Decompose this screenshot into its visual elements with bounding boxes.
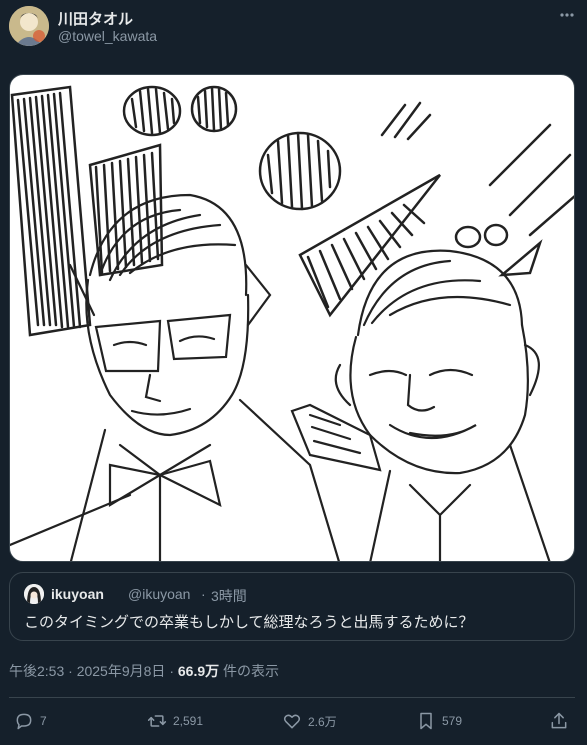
avatar-image <box>9 6 49 46</box>
like-button[interactable]: 2.6万 <box>282 709 337 733</box>
retweet-button[interactable]: 2,591 <box>147 709 203 733</box>
quote-separator: · <box>201 586 206 602</box>
share-icon <box>551 712 567 729</box>
author-avatar[interactable] <box>9 6 49 46</box>
retweet-count: 2,591 <box>173 714 204 728</box>
reply-count: 7 <box>40 714 47 728</box>
bookmark-icon <box>420 712 432 730</box>
quote-author-name[interactable]: ikuyoan <box>51 586 104 602</box>
bookmark-count: 579 <box>442 714 463 728</box>
retweet-icon <box>147 715 167 727</box>
view-count-label: 件の表示 <box>223 663 280 679</box>
tweet-date[interactable]: 2025年9月8日 <box>77 663 166 679</box>
quote-author-handle[interactable]: @ikuyoan <box>128 586 190 602</box>
tweet-meta: 午後2:53 · 2025年9月8日 · 66.9万 件の表示 <box>9 661 279 681</box>
quote-timestamp[interactable]: 3時間 <box>211 586 247 606</box>
tweet-media-image[interactable] <box>9 74 575 562</box>
divider <box>9 697 575 698</box>
reply-button[interactable]: 7 <box>14 709 47 733</box>
like-count: 2.6万 <box>308 714 337 729</box>
quote-avatar-image <box>24 584 44 604</box>
meta-separator: · <box>169 663 174 679</box>
author-display-name[interactable]: 川田タオル <box>58 8 133 29</box>
quote-text: このタイミングでの卒業もしかして総理なろうと出馬するために？ <box>24 614 474 631</box>
view-count: 66.9万 <box>177 663 220 679</box>
share-button[interactable] <box>549 709 569 733</box>
bookmark-button[interactable]: 579 <box>416 709 462 733</box>
heart-icon <box>283 714 301 729</box>
quote-avatar[interactable] <box>24 584 44 604</box>
reply-icon <box>16 713 32 730</box>
tweet-time[interactable]: 午後2:53 <box>9 663 64 679</box>
author-handle[interactable]: @towel_kawata <box>58 28 157 44</box>
ellipsis-icon[interactable] <box>556 6 578 26</box>
illustration <box>10 85 574 561</box>
meta-separator: · <box>68 663 73 679</box>
quoted-tweet[interactable]: ikuyoan @ikuyoan · 3時間 このタイミングでの卒業もしかして総… <box>9 572 575 641</box>
tweet-header: 川田タオル @towel_kawata <box>0 0 587 60</box>
